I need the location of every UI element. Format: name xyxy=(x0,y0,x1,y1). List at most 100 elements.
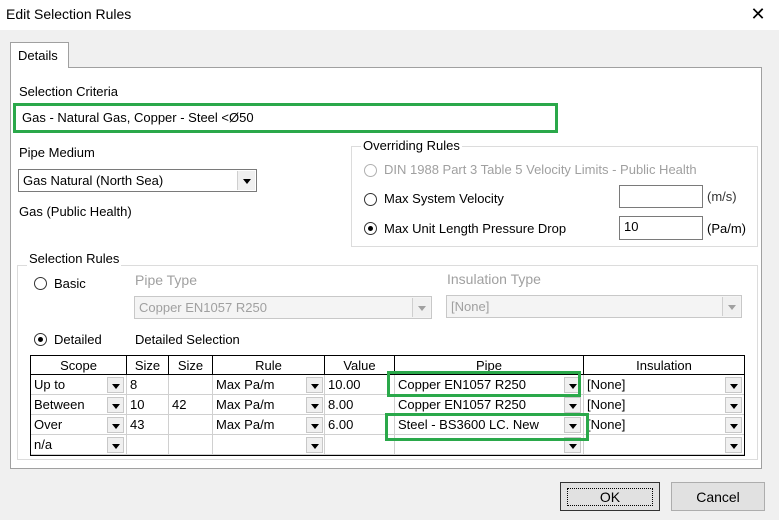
selection-rules-title: Selection Rules xyxy=(27,251,122,266)
grid-cell-size-to[interactable] xyxy=(169,375,213,395)
chevron-down-icon xyxy=(730,444,738,449)
basic-label: Basic xyxy=(54,276,86,291)
detailed-label: Detailed xyxy=(54,332,102,347)
grid-cell-size-to[interactable] xyxy=(169,415,213,435)
grid-cell-insulation[interactable] xyxy=(584,435,744,455)
grid-cell-insulation[interactable]: [None] xyxy=(584,415,744,435)
chevron-down-icon xyxy=(311,404,319,409)
chevron-down-icon xyxy=(569,444,577,449)
grid-header-insulation: Insulation xyxy=(584,356,744,375)
max-system-velocity-label: Max System Velocity xyxy=(384,191,504,206)
pipe-type-label: Pipe Type xyxy=(135,272,198,288)
pipe-row3-highlight xyxy=(385,413,589,441)
grid-cell-size-to[interactable]: 42 xyxy=(169,395,213,415)
insulation-dropdown-button[interactable] xyxy=(725,417,742,433)
din1988-label: DIN 1988 Part 3 Table 5 Velocity Limits … xyxy=(384,162,697,177)
chevron-down-icon xyxy=(243,179,251,184)
pipe-type-dropdown-button xyxy=(412,298,430,317)
close-icon[interactable]: ✕ xyxy=(748,4,768,24)
velocity-unit: (m/s) xyxy=(707,189,737,204)
scope-value: Up to xyxy=(34,377,66,392)
chevron-down-icon xyxy=(730,404,738,409)
rule-dropdown-button[interactable] xyxy=(306,397,323,413)
rule-dropdown-button[interactable] xyxy=(306,417,323,433)
insulation-type-select: [None] xyxy=(446,295,742,318)
insulation-value: [None] xyxy=(587,417,626,432)
rule-value: Max Pa/m xyxy=(216,377,275,392)
grid-header-size: Size xyxy=(169,356,213,375)
tab-details[interactable]: Details xyxy=(10,42,69,68)
pipe-dropdown-button[interactable] xyxy=(564,397,581,413)
insulation-dropdown-button[interactable] xyxy=(725,397,742,413)
grid-cell-size-from[interactable]: 8 xyxy=(127,375,169,395)
radio-max-system-velocity[interactable] xyxy=(364,193,377,206)
scope-dropdown-button[interactable] xyxy=(107,397,124,413)
scope-value: Between xyxy=(34,397,85,412)
chevron-down-icon xyxy=(112,384,120,389)
rule-dropdown-button[interactable] xyxy=(306,437,323,453)
grid-cell-size-to[interactable] xyxy=(169,435,213,455)
insulation-value: [None] xyxy=(587,377,626,392)
grid-header-value: Value xyxy=(325,356,395,375)
chevron-down-icon xyxy=(730,424,738,429)
scope-dropdown-button[interactable] xyxy=(107,437,124,453)
rule-dropdown-button[interactable] xyxy=(306,377,323,393)
pipe-medium-select[interactable]: Gas Natural (North Sea) xyxy=(18,169,257,192)
chevron-down-icon xyxy=(311,444,319,449)
grid-cell-insulation[interactable]: [None] xyxy=(584,375,744,395)
chevron-down-icon xyxy=(311,424,319,429)
scope-dropdown-button[interactable] xyxy=(107,377,124,393)
radio-din1988 xyxy=(364,164,377,177)
detailed-selection-label: Detailed Selection xyxy=(135,332,240,347)
overriding-rules-title: Overriding Rules xyxy=(361,138,462,153)
pipe-value: Copper EN1057 R250 xyxy=(398,397,526,412)
scope-dropdown-button[interactable] xyxy=(107,417,124,433)
chevron-down-icon xyxy=(112,404,120,409)
radio-detailed[interactable] xyxy=(34,333,47,346)
grid-header-rule: Rule xyxy=(213,356,325,375)
grid-cell-size-from[interactable] xyxy=(127,435,169,455)
max-system-velocity-input[interactable] xyxy=(619,185,703,208)
insulation-value: [None] xyxy=(587,397,626,412)
pipe-medium-category: Gas (Public Health) xyxy=(19,204,132,219)
grid-cell-pipe[interactable]: Copper EN1057 R250 xyxy=(395,395,584,415)
cancel-button[interactable]: Cancel xyxy=(671,482,765,511)
insulation-type-label: Insulation Type xyxy=(447,271,541,287)
insulation-type-value: [None] xyxy=(451,299,490,314)
scope-value: Over xyxy=(34,417,63,432)
pipe-medium-value: Gas Natural (North Sea) xyxy=(23,173,164,188)
grid-header-size: Size xyxy=(127,356,169,375)
grid-cell-value[interactable]: 10.00 xyxy=(325,375,395,395)
selection-criteria-input[interactable]: Gas - Natural Gas, Copper - Steel <Ø50 xyxy=(17,107,554,129)
chevron-down-icon xyxy=(112,444,120,449)
pipe-type-value: Copper EN1057 R250 xyxy=(139,300,267,315)
window-title: Edit Selection Rules xyxy=(6,6,132,22)
pipe-type-select: Copper EN1057 R250 xyxy=(134,296,432,319)
chevron-down-icon xyxy=(569,404,577,409)
chevron-down-icon xyxy=(112,424,120,429)
radio-basic[interactable] xyxy=(34,277,47,290)
radio-max-unit-length-pressure-drop[interactable] xyxy=(364,222,377,235)
pipe-medium-label: Pipe Medium xyxy=(19,145,95,160)
chevron-down-icon xyxy=(418,306,426,311)
pipe-medium-dropdown-button[interactable] xyxy=(237,171,255,190)
grid-header-scope: Scope xyxy=(31,356,127,375)
rule-value: Max Pa/m xyxy=(216,417,275,432)
insulation-type-dropdown-button xyxy=(722,297,740,316)
chevron-down-icon xyxy=(728,305,736,310)
grid-cell-insulation[interactable]: [None] xyxy=(584,395,744,415)
ok-button[interactable]: OK xyxy=(560,482,660,511)
pressure-drop-unit: (Pa/m) xyxy=(707,221,746,236)
rule-value: Max Pa/m xyxy=(216,397,275,412)
insulation-dropdown-button[interactable] xyxy=(725,377,742,393)
insulation-dropdown-button[interactable] xyxy=(725,437,742,453)
grid-cell-size-from[interactable]: 43 xyxy=(127,415,169,435)
pressure-drop-input[interactable]: 10 xyxy=(619,216,703,240)
max-unit-length-pressure-drop-label: Max Unit Length Pressure Drop xyxy=(384,221,567,236)
chevron-down-icon xyxy=(730,384,738,389)
selection-criteria-label: Selection Criteria xyxy=(19,84,118,99)
pipe-row1-highlight xyxy=(387,371,581,397)
grid-cell-size-from[interactable]: 10 xyxy=(127,395,169,415)
grid-cell-value[interactable]: 8.00 xyxy=(325,395,395,415)
chevron-down-icon xyxy=(311,384,319,389)
